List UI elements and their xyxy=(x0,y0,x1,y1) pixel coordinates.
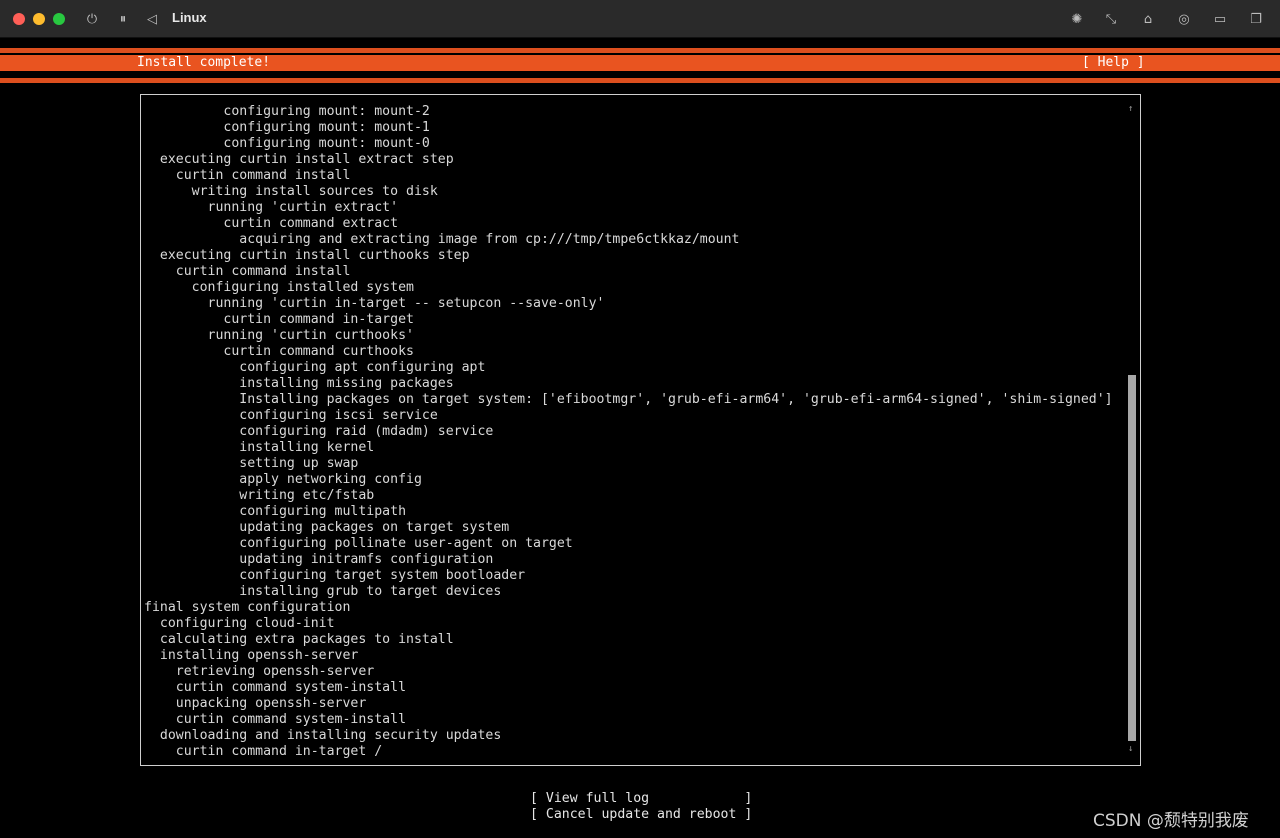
log-line: downloading and installing security upda… xyxy=(144,728,502,743)
log-line: writing etc/fstab xyxy=(144,488,375,503)
back-icon[interactable]: ◁ xyxy=(142,9,162,29)
log-line: configuring target system bootloader xyxy=(144,568,526,583)
log-line: curtin command extract xyxy=(144,216,399,231)
log-line: installing grub to target devices xyxy=(144,584,502,599)
power-icon[interactable]: ⏻ xyxy=(82,9,102,29)
scroll-up-icon[interactable]: ↑ xyxy=(1128,105,1133,114)
log-line: updating packages on target system xyxy=(144,520,510,535)
log-line: running 'curtin extract' xyxy=(144,200,399,215)
log-line: configuring pollinate user-agent on targ… xyxy=(144,536,573,551)
header-pattern-top xyxy=(0,43,1280,53)
window-title: Linux xyxy=(172,10,207,25)
resize-icon[interactable]: ⤡ xyxy=(1101,9,1121,29)
log-line: curtin command in-target xyxy=(144,312,414,327)
log-line: configuring mount: mount-2 xyxy=(144,104,430,119)
log-line: writing install sources to disk xyxy=(144,184,438,199)
brightness-icon[interactable]: ✺ xyxy=(1067,9,1087,29)
log-line: running 'curtin in-target -- setupcon --… xyxy=(144,296,605,311)
log-line: setting up swap xyxy=(144,456,359,471)
help-button[interactable]: [ Help ] xyxy=(1082,55,1145,71)
watermark: CSDN @颓特别我废 xyxy=(1093,811,1249,831)
folder-icon[interactable]: ▭ xyxy=(1210,9,1230,29)
header-pattern-bottom xyxy=(0,73,1280,83)
log-line: curtin command curthooks xyxy=(144,344,414,359)
log-line: configuring apt configuring apt xyxy=(144,360,486,375)
log-line: retrieving openssh-server xyxy=(144,664,375,679)
log-line: unpacking openssh-server xyxy=(144,696,367,711)
page-title: Install complete! xyxy=(137,55,271,70)
log-line: configuring raid (mdadm) service xyxy=(144,424,494,439)
installer-header: Install complete! [ Help ] xyxy=(0,55,1280,71)
usb-icon[interactable]: ⌂ xyxy=(1138,9,1158,29)
view-full-log-button[interactable]: [ View full log ] xyxy=(530,791,752,807)
log-line: Installing packages on target system: ['… xyxy=(144,392,1113,407)
log-lines: configuring mount: mount-2 configuring m… xyxy=(144,104,1124,764)
share-icon[interactable]: ◎ xyxy=(1174,9,1194,29)
windows-icon[interactable]: ❐ xyxy=(1246,9,1266,29)
log-line: curtin command system-install xyxy=(144,712,407,727)
window-titlebar: ⏻ ⏸ ◁ Linux ✺ ⤡ ⌂ ◎ ▭ ❐ xyxy=(0,0,1280,38)
log-line: executing curtin install curthooks step xyxy=(144,248,470,263)
log-line: curtin command install xyxy=(144,264,351,279)
scroll-down-icon[interactable]: ↓ xyxy=(1128,745,1133,754)
install-log-panel[interactable]: configuring mount: mount-2 configuring m… xyxy=(140,94,1141,766)
scrollbar-thumb[interactable] xyxy=(1128,375,1136,741)
minimize-window-button[interactable] xyxy=(33,13,45,25)
log-line: calculating extra packages to install xyxy=(144,632,454,647)
log-line: apply networking config xyxy=(144,472,422,487)
log-line: configuring cloud-init xyxy=(144,616,335,631)
log-line: installing kernel xyxy=(144,440,375,455)
log-line: curtin command install xyxy=(144,168,351,183)
log-line: final system configuration xyxy=(144,600,351,615)
log-line: configuring mount: mount-1 xyxy=(144,120,430,135)
log-line: installing missing packages xyxy=(144,376,454,391)
log-line: configuring iscsi service xyxy=(144,408,438,423)
cancel-update-reboot-button[interactable]: [ Cancel update and reboot ] xyxy=(530,807,752,823)
zoom-window-button[interactable] xyxy=(53,13,65,25)
pause-icon[interactable]: ⏸ xyxy=(113,9,133,29)
log-line: configuring installed system xyxy=(144,280,414,295)
log-line: running 'curtin curthooks' xyxy=(144,328,414,343)
log-line: configuring mount: mount-0 xyxy=(144,136,430,151)
log-line: installing openssh-server xyxy=(144,648,359,663)
log-line: curtin command in-target / xyxy=(144,744,383,759)
log-line: updating initramfs configuration xyxy=(144,552,494,567)
log-line: configuring multipath xyxy=(144,504,407,519)
log-line: curtin command system-install xyxy=(144,680,407,695)
log-line: acquiring and extracting image from cp:/… xyxy=(144,232,740,247)
close-window-button[interactable] xyxy=(13,13,25,25)
log-line: executing curtin install extract step xyxy=(144,152,454,167)
